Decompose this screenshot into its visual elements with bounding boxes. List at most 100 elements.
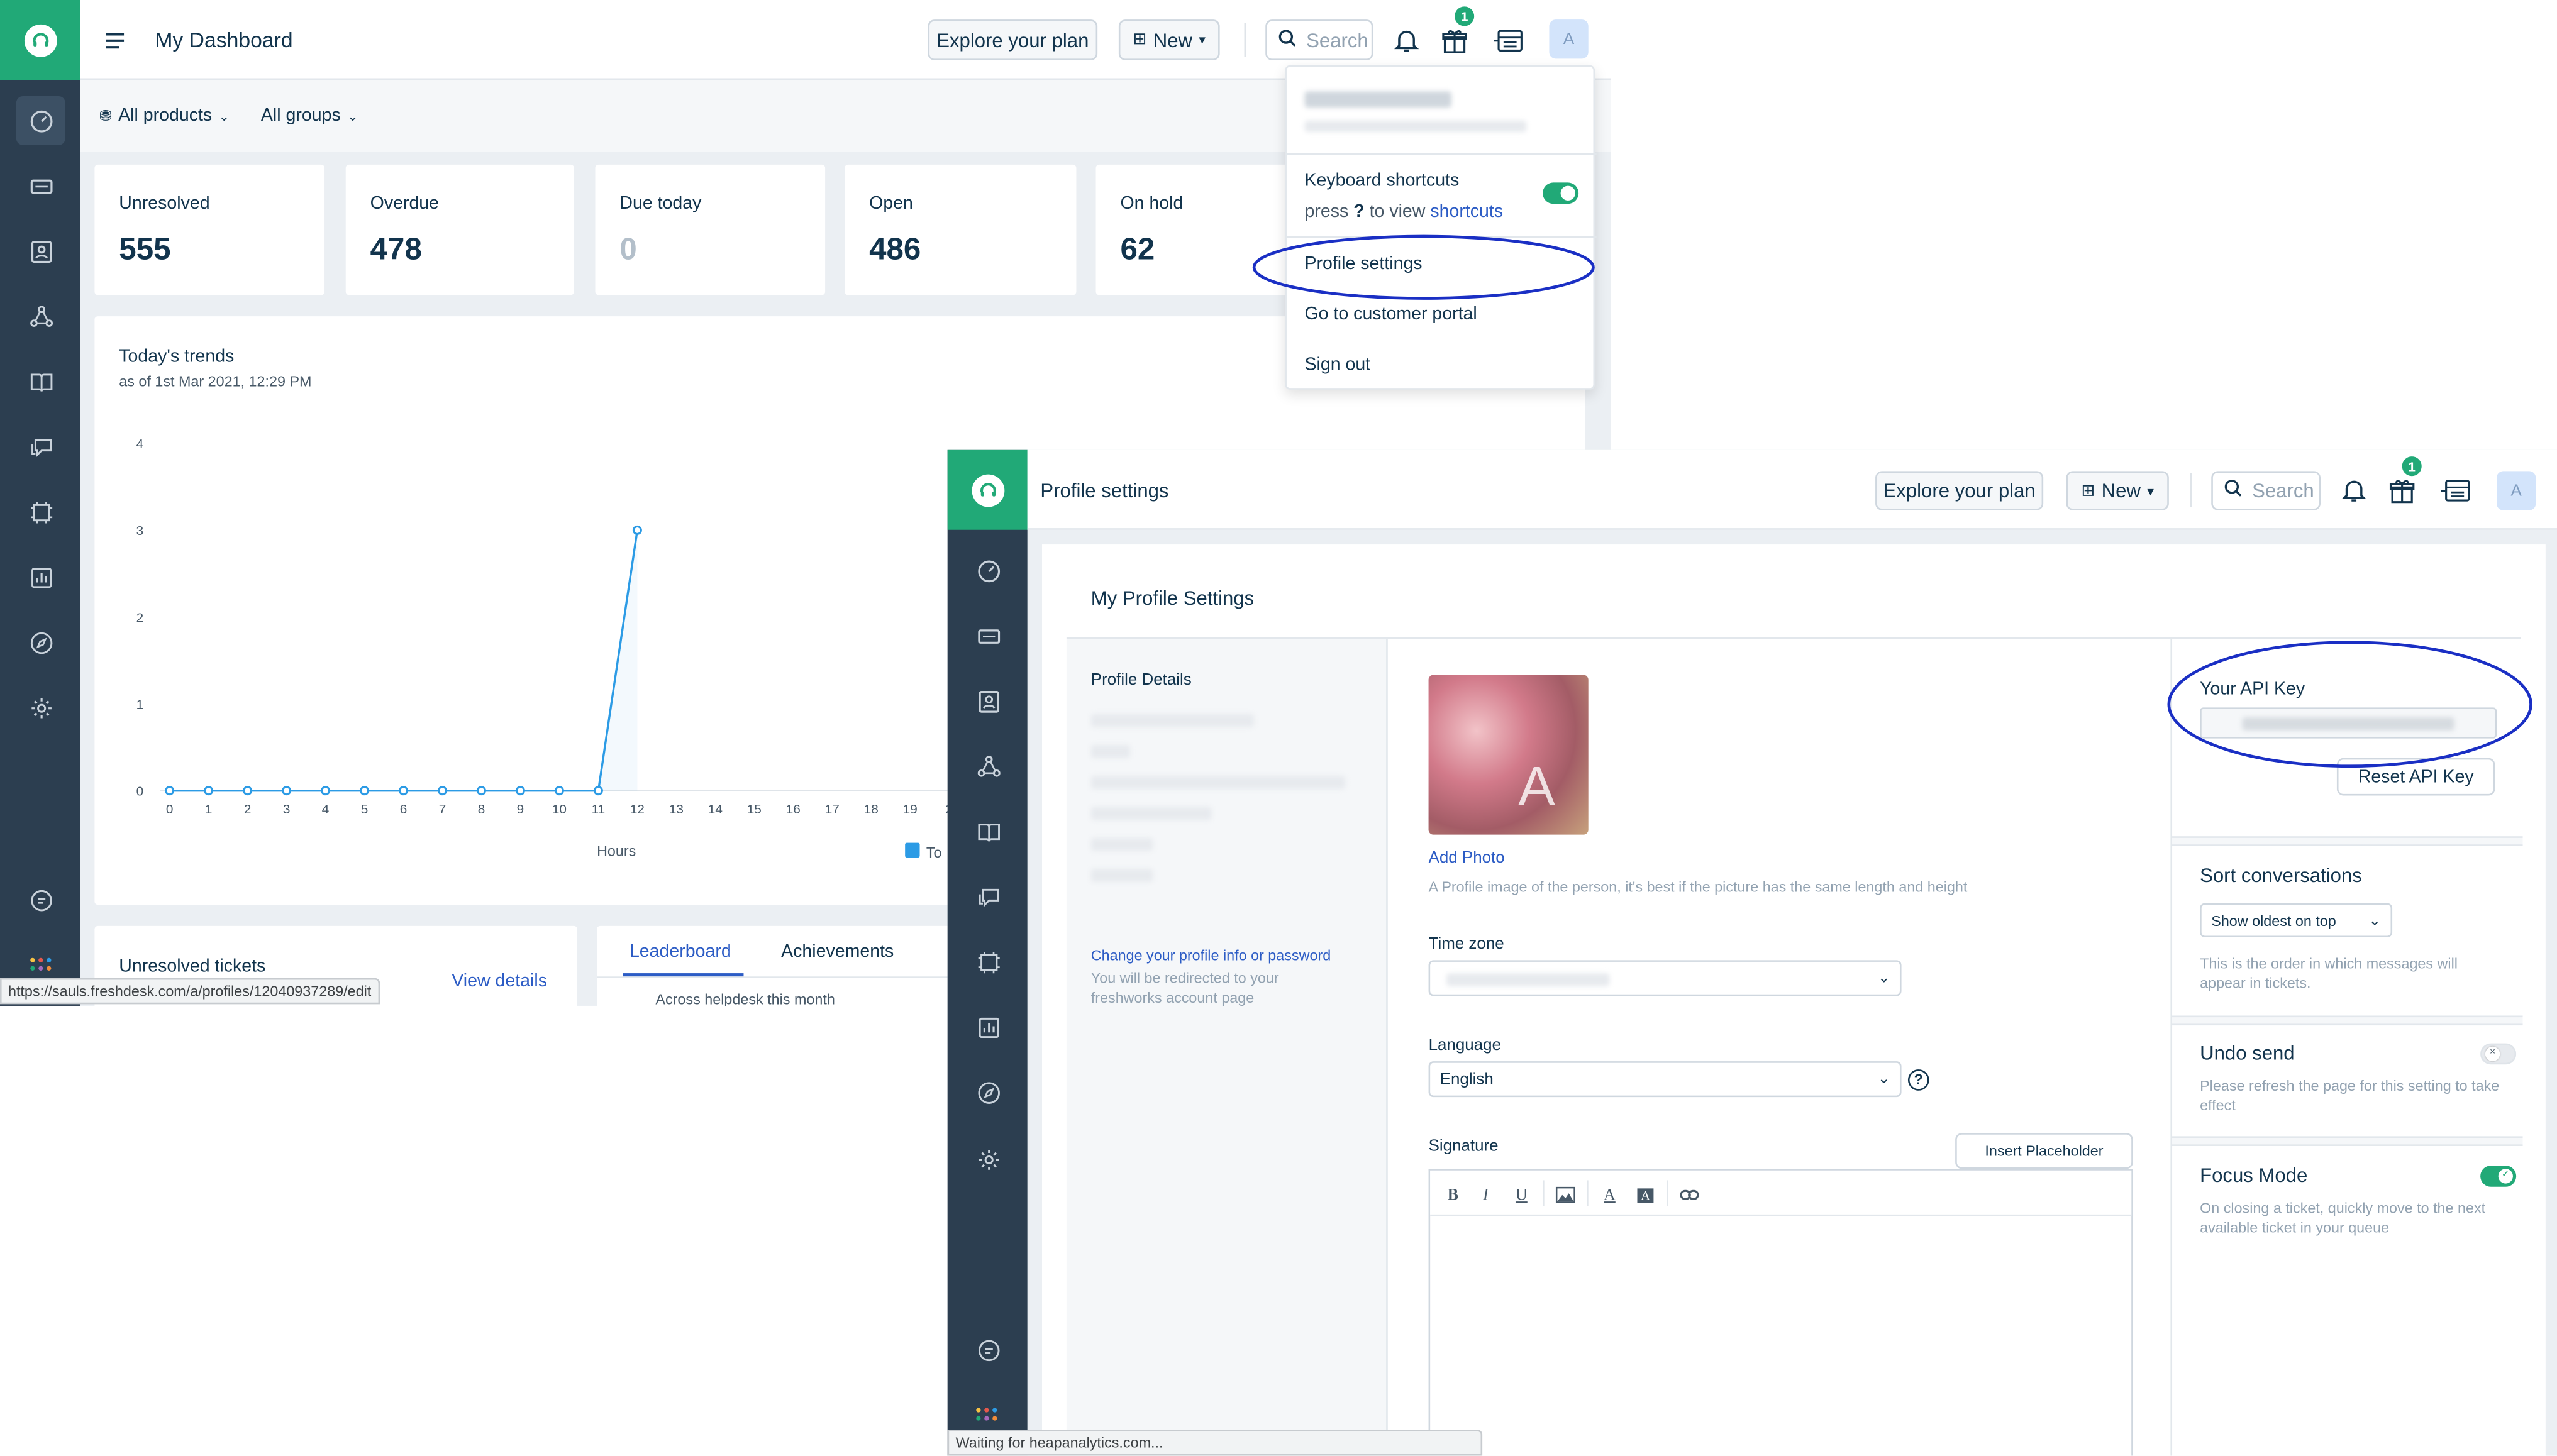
tab-achievements[interactable]: Achievements bbox=[781, 942, 894, 962]
all-products-filter[interactable]: ⛃ All products ⌄ bbox=[99, 106, 230, 126]
stat-label: Due today bbox=[619, 194, 702, 214]
sign-out-menu-item[interactable]: Sign out bbox=[1304, 355, 1370, 375]
editor-toolbar: B I U A A bbox=[1430, 1170, 2132, 1216]
new-label: New bbox=[2101, 479, 2141, 502]
sidebar-groups-icon[interactable] bbox=[964, 742, 1013, 791]
search-box[interactable]: Search bbox=[1265, 19, 1373, 60]
notifications-bell-icon[interactable] bbox=[2337, 475, 2370, 507]
sidebar-dashboard-icon[interactable] bbox=[964, 546, 1013, 595]
sidebar-forums-icon[interactable] bbox=[16, 422, 65, 472]
sidebar-social-icon[interactable] bbox=[964, 937, 1013, 986]
profile-header: Profile settings Explore your plan ⊞ New… bbox=[1027, 449, 2557, 530]
gift-icon[interactable] bbox=[2386, 475, 2419, 507]
sidebar-solutions-icon[interactable] bbox=[16, 357, 65, 406]
keyboard-shortcuts-hint: press ? to view shortcuts bbox=[1304, 202, 1503, 222]
sidebar-chat-icon[interactable] bbox=[16, 876, 65, 925]
details-blurred-line bbox=[1090, 776, 1346, 790]
sidebar-dashboard-icon[interactable] bbox=[16, 96, 65, 145]
background-color-icon[interactable]: A bbox=[1633, 1184, 1658, 1206]
bg-color-glyph: A bbox=[1637, 1188, 1654, 1203]
stat-card-due-today[interactable]: Due today 0 bbox=[595, 164, 826, 295]
sort-conversations-select[interactable]: Show oldest on top ⌄ bbox=[2200, 903, 2393, 938]
sidebar-social-icon[interactable] bbox=[16, 487, 65, 536]
calendar-apps-icon[interactable] bbox=[1492, 25, 1525, 57]
sidebar-contacts-icon[interactable] bbox=[16, 226, 65, 275]
sidebar-admin-icon[interactable] bbox=[964, 1135, 1013, 1184]
chevron-down-icon: ⌄ bbox=[2368, 911, 2381, 928]
search-box[interactable]: Search bbox=[2211, 471, 2321, 510]
italic-icon[interactable]: I bbox=[1473, 1184, 1499, 1206]
search-placeholder: Search bbox=[2252, 479, 2314, 502]
insert-image-icon[interactable] bbox=[1553, 1184, 1578, 1206]
focus-mode-toggle[interactable]: ✓ bbox=[2480, 1166, 2517, 1187]
sidebar-tickets-icon[interactable] bbox=[964, 611, 1013, 660]
apps-grid-icon[interactable] bbox=[30, 956, 52, 975]
plus-box-icon: ⊞ bbox=[1133, 31, 1147, 49]
x-tick-label: 16 bbox=[786, 802, 801, 817]
tab-leaderboard[interactable]: Leaderboard bbox=[630, 942, 731, 962]
brand-logo[interactable] bbox=[0, 0, 80, 80]
explore-plan-button[interactable]: Explore your plan bbox=[928, 19, 1098, 60]
details-blurred-line bbox=[1090, 714, 1255, 727]
hamburger-menu-icon[interactable] bbox=[106, 30, 126, 49]
gift-icon[interactable] bbox=[1438, 25, 1471, 57]
font-color-icon[interactable]: A bbox=[1597, 1184, 1622, 1206]
stat-card-open[interactable]: Open 486 bbox=[845, 164, 1077, 295]
insert-placeholder-button[interactable]: Insert Placeholder bbox=[1955, 1133, 2133, 1169]
customer-portal-menu-item[interactable]: Go to customer portal bbox=[1304, 305, 1477, 324]
signature-editor[interactable]: B I U A A bbox=[1428, 1169, 2133, 1456]
calendar-apps-icon[interactable] bbox=[2439, 475, 2472, 507]
new-button[interactable]: ⊞ New ▾ bbox=[1118, 19, 1220, 60]
search-placeholder: Search bbox=[1306, 28, 1368, 52]
shortcuts-link[interactable]: shortcuts bbox=[1430, 202, 1503, 222]
sidebar-explore-icon[interactable] bbox=[964, 1067, 1013, 1117]
underline-icon[interactable]: U bbox=[1509, 1184, 1534, 1206]
new-button[interactable]: ⊞ New ▾ bbox=[2066, 471, 2169, 510]
chevron-down-icon: ▾ bbox=[1199, 32, 1206, 48]
loading-status-bar: Waiting for heapanalytics.com... bbox=[947, 1430, 1483, 1456]
data-point bbox=[165, 786, 175, 796]
chevron-down-icon: ⌄ bbox=[347, 108, 358, 123]
series-line bbox=[169, 530, 639, 792]
add-photo-link[interactable]: Add Photo bbox=[1429, 849, 1505, 868]
sidebar-groups-icon[interactable] bbox=[16, 292, 65, 341]
language-select[interactable]: English ⌄ bbox=[1428, 1061, 1902, 1098]
link-icon[interactable] bbox=[1677, 1184, 1702, 1206]
apps-grid-icon[interactable] bbox=[975, 1405, 998, 1425]
help-icon[interactable]: ? bbox=[1907, 1069, 1929, 1091]
all-groups-filter[interactable]: All groups ⌄ bbox=[261, 106, 358, 126]
sidebar-forums-icon[interactable] bbox=[964, 872, 1013, 921]
change-profile-link[interactable]: Change your profile info or password bbox=[1091, 947, 1331, 964]
details-blurred-line bbox=[1090, 837, 1153, 851]
sidebar-reports-icon[interactable] bbox=[964, 1003, 1013, 1052]
user-avatar[interactable]: A bbox=[1549, 19, 1589, 59]
explore-plan-button[interactable]: Explore your plan bbox=[1875, 471, 2044, 510]
bold-icon[interactable]: B bbox=[1440, 1184, 1466, 1206]
notifications-bell-icon[interactable] bbox=[1389, 25, 1422, 57]
stat-card-overdue[interactable]: Overdue 478 bbox=[345, 164, 574, 295]
profile-dropdown-menu: Keyboard shortcuts press ? to view short… bbox=[1285, 65, 1597, 390]
stat-card-unresolved[interactable]: Unresolved 555 bbox=[94, 164, 325, 295]
insert-placeholder-label: Insert Placeholder bbox=[1985, 1142, 2104, 1159]
sidebar-explore-icon[interactable] bbox=[16, 618, 65, 667]
toolbar-divider bbox=[1667, 1180, 1668, 1206]
brand-logo[interactable] bbox=[947, 449, 1028, 530]
profile-photo[interactable]: A bbox=[1428, 675, 1589, 835]
sidebar-solutions-icon[interactable] bbox=[964, 807, 1013, 856]
all-products-label: All products bbox=[118, 106, 213, 126]
toggle-knob: × bbox=[2485, 1046, 2500, 1062]
x-tick-label: 13 bbox=[669, 802, 684, 817]
photo-hint: A Profile image of the person, it's best… bbox=[1428, 878, 1968, 895]
annotation-ellipse-api-key bbox=[2167, 641, 2532, 768]
sidebar-reports-icon[interactable] bbox=[16, 553, 65, 602]
keyboard-shortcuts-toggle[interactable] bbox=[1543, 182, 1579, 204]
sidebar-admin-icon[interactable] bbox=[16, 683, 65, 732]
user-avatar[interactable]: A bbox=[2497, 471, 2536, 510]
undo-send-toggle[interactable]: × bbox=[2480, 1043, 2517, 1065]
view-details-link[interactable]: View details bbox=[452, 971, 547, 991]
sidebar-chat-icon[interactable] bbox=[964, 1325, 1013, 1374]
sidebar-contacts-icon[interactable] bbox=[964, 676, 1013, 725]
timezone-select[interactable]: ⌄ bbox=[1428, 960, 1902, 996]
legend-swatch bbox=[905, 842, 920, 858]
sidebar-tickets-icon[interactable] bbox=[16, 162, 65, 211]
